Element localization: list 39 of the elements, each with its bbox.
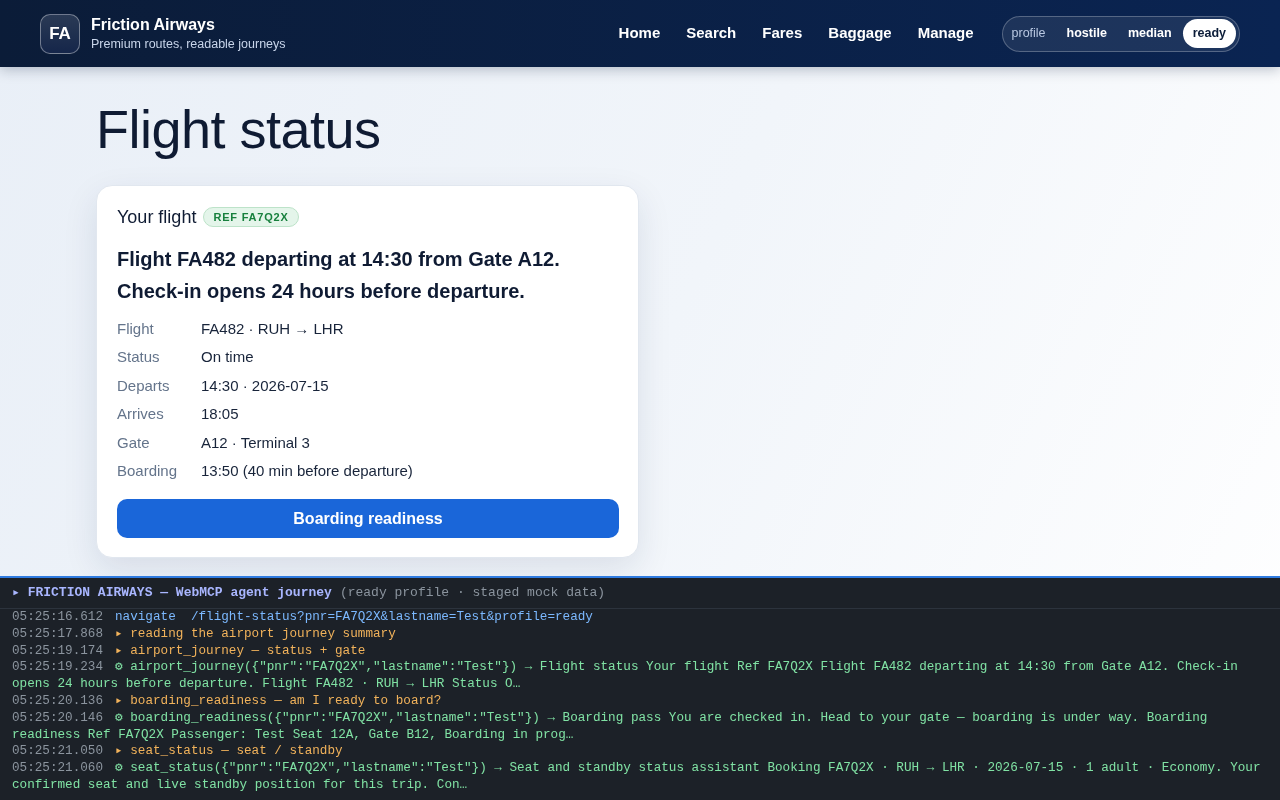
console-title: ▸ FRICTION AIRWAYS — WebMCP agent journey [12,584,332,603]
brand-name: Friction Airways [91,15,216,34]
reference-badge: REF FA7Q2X [203,207,299,227]
log-entry: 05:25:21.050 ▸ seat_status — seat / standby [12,743,344,761]
brand-tagline: Premium routes, readable journeys [91,36,286,52]
log-entry: 05:25:19.174 ▸ airport_journey — status + gate [12,642,367,660]
nav-link[interactable]: Search [686,22,737,45]
detail-value: On time [201,347,255,368]
boarding-readiness-button[interactable]: Boarding readiness [117,499,619,539]
log-entry: 05:25:20.146 ⚙ boarding_readiness({"pnr":"FA7Q2X","lastname":"Test"}) → Boarding pass You are checked in. Head to your gate — boarding is under way. Boarding readiness Ref FA7Q2X Passenger: Test Seat 12A, Gate B12, Boarding in prog… [12,709,1209,744]
detail-label: Boarding [117,461,179,482]
page-title: Flight status [96,100,382,159]
detail-value: 18:05 [201,404,240,425]
detail-label: Departs [117,375,171,396]
profile-option[interactable]: hostile [1056,19,1117,48]
detail-value: 13:50 (40 min before departure) [201,461,414,482]
profile-option[interactable]: ready [1182,19,1236,48]
card-title: Your flight [117,206,197,228]
detail-label: Status [117,347,161,368]
brand-logo: FA [40,13,80,54]
detail-value: FA482 · RUH → LHR [201,319,345,339]
nav-link[interactable]: Baggage [828,22,892,45]
nav-link[interactable]: Manage [917,22,974,45]
log-entry: 05:25:16.612 navigate /flight-status?pnr=FA7Q2X&lastname=Test&profile=ready [12,609,594,626]
nav-link[interactable]: Fares [762,22,803,45]
detail-value: A12 · Terminal 3 [201,432,311,453]
nav-link[interactable]: Home [618,22,661,45]
detail-label: Arrives [117,404,165,425]
log-entry: 05:25:17.868 ▸ reading the airport journey summary [12,625,397,643]
profile-option[interactable]: median [1117,19,1182,48]
log-entry: 05:25:20.136 ▸ boarding_readiness — am I ready to board? [12,693,443,710]
detail-label: Flight [117,319,155,339]
console-subtitle: (ready profile · staged mock data) [339,584,606,603]
log-entry: 05:25:21.060 ⚙ seat_status({"pnr":"FA7Q2X","lastname":"Test"}) → Seat and standby status assistant Booking FA7Q2X · RUH → LHR · 2026-07-15 · 1 adult · Economy. Your confirmed seat and live standby position for this trip. Con… [12,760,1262,794]
detail-value: 14:30 · 2026-07-15 [201,375,330,396]
profile-label: profile [1011,25,1046,43]
flight-summary: Flight FA482 departing at 14:30 from Gate A12. Check-in opens 24 hours before departure. [117,247,561,304]
detail-label: Gate [117,432,151,453]
log-entry: 05:25:19.234 ⚙ airport_journey({"pnr":"FA7Q2X","lastname":"Test"}) → Flight status Your flight Ref FA7Q2X Flight FA482 departing at 14:30 from Gate A12. Check-in opens 24 hours before departure. Flight FA482 · RUH → LHR Status O… [12,659,1239,693]
